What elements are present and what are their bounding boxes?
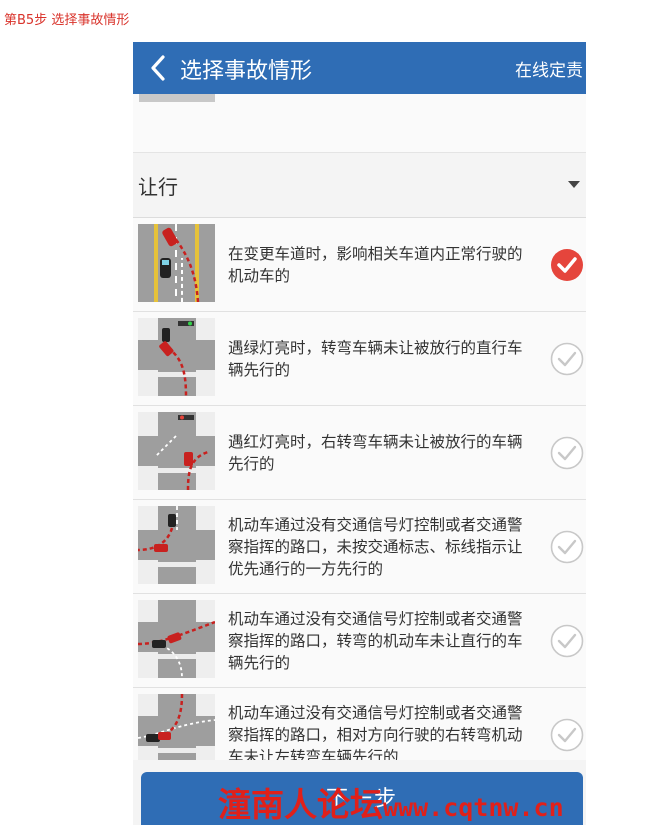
option-text: 在变更车道时，影响相关车道内正常行驶的机动车的 <box>228 244 523 285</box>
step-caption: 第B5步 选择事故情形 <box>4 13 130 28</box>
watermark: 潼南人论坛www.cqtnw.cn <box>218 778 564 826</box>
check-unselected-icon[interactable] <box>550 624 584 658</box>
option-text: 遇绿灯亮时，转弯车辆未让被放行的直行车辆先行的 <box>228 338 523 379</box>
list-item[interactable]: 在变更车道时，影响相关车道内正常行驶的机动车的 <box>133 218 586 312</box>
option-text: 机动车通过没有交通信号灯控制或者交通警察指挥的路口，未按交通标志、标线指示让优先… <box>228 515 523 578</box>
check-unselected-icon[interactable] <box>550 718 584 752</box>
option-text: 遇红灯亮时，右转弯车辆未让被放行的车辆先行的 <box>228 432 523 473</box>
accident-option-list: 在变更车道时，影响相关车道内正常行驶的机动车的 遇绿灯亮时，转弯车辆未让被放行的… <box>133 218 586 782</box>
lane-change-thumbnail <box>138 224 215 302</box>
green-light-turn-thumbnail <box>138 318 215 396</box>
section-title: 让行 <box>138 175 178 199</box>
list-item[interactable]: 遇红灯亮时，右转弯车辆未让被放行的车辆先行的 <box>133 406 586 500</box>
section-header-yield[interactable]: 让行 <box>133 153 586 218</box>
turn-vs-straight-thumbnail <box>138 600 215 678</box>
list-item[interactable]: 遇绿灯亮时，转弯车辆未让被放行的直行车辆先行的 <box>133 312 586 406</box>
scrolled-thumbnail-edge <box>139 94 215 102</box>
list-item[interactable]: 机动车通过没有交通信号灯控制或者交通警察指挥的路口，转弯的机动车未让直行的车辆先… <box>133 594 586 688</box>
previous-section-remnant <box>133 94 586 153</box>
caret-down-icon <box>568 181 580 188</box>
check-unselected-icon[interactable] <box>550 436 584 470</box>
sign-priority-thumbnail <box>138 506 215 584</box>
nav-bar: 选择事故情形 在线定责 <box>133 42 586 94</box>
check-unselected-icon[interactable] <box>550 342 584 376</box>
check-selected-icon[interactable] <box>550 248 584 282</box>
online-liability-button[interactable]: 在线定责 <box>515 56 583 81</box>
chevron-left-icon[interactable] <box>147 54 169 82</box>
watermark-url: www.cqtnw.cn <box>383 793 564 822</box>
red-light-right-turn-thumbnail <box>138 412 215 490</box>
watermark-cn: 潼南人论坛 <box>218 785 383 824</box>
page-title: 选择事故情形 <box>180 59 313 84</box>
list-item[interactable]: 机动车通过没有交通信号灯控制或者交通警察指挥的路口，未按交通标志、标线指示让优先… <box>133 500 586 594</box>
check-unselected-icon[interactable] <box>550 530 584 564</box>
option-text: 机动车通过没有交通信号灯控制或者交通警察指挥的路口，转弯的机动车未让直行的车辆先… <box>228 609 523 672</box>
phone-screen: 选择事故情形 在线定责 让行 在变更车道时，影响相关车道内正常行驶的机动车的 遇… <box>133 42 586 825</box>
